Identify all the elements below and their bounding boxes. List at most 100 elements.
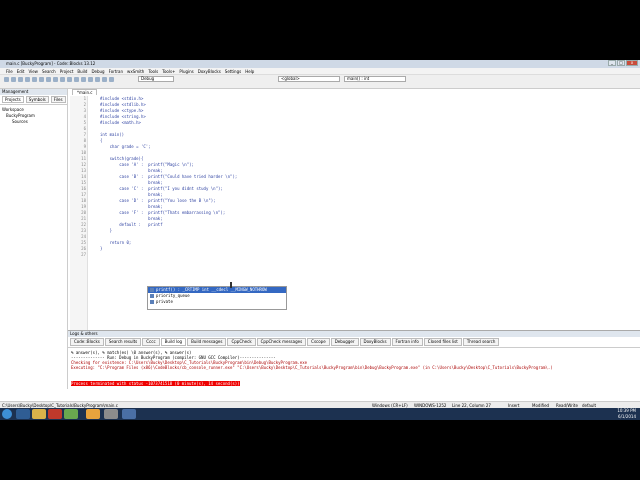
menu-settings[interactable]: Settings <box>225 68 241 74</box>
code-text: #include <math.h> <box>100 120 141 125</box>
menu-tools[interactable]: Tools <box>148 68 158 74</box>
folder-icon[interactable] <box>32 409 46 419</box>
menu-edit[interactable]: Edit <box>17 68 25 74</box>
code-text: case 'C' : printf("I you didnt study \n"… <box>100 186 223 191</box>
menu-search[interactable]: Search <box>42 68 56 74</box>
replace-icon[interactable] <box>74 77 79 82</box>
paste-icon[interactable] <box>60 77 65 82</box>
autocomplete-item-label: priority_queue <box>156 293 190 298</box>
close-button[interactable]: x <box>626 60 638 66</box>
window-controls: _ □ x <box>608 60 638 67</box>
menu-view[interactable]: View <box>28 68 38 74</box>
tab-cppcheck[interactable]: CppCheck <box>227 338 256 346</box>
ie-icon[interactable] <box>16 409 30 419</box>
code-text: switch(grade){ <box>100 156 144 161</box>
tab-files[interactable]: Files <box>50 96 66 103</box>
code-line[interactable]: 27 <box>81 252 620 258</box>
media-icon[interactable] <box>48 409 62 419</box>
open-icon[interactable] <box>11 77 16 82</box>
copy-icon[interactable] <box>53 77 58 82</box>
code-area[interactable]: 1 #include <stdio.h> 2 #include <stdlib.h> 3… <box>81 96 620 258</box>
code-text: case 'A' : printf("Magic \n"); <box>100 162 194 167</box>
taskbar-clock: 10:39 PM 6/1/2014 <box>617 408 636 420</box>
autocomplete-item[interactable]: private <box>148 299 286 305</box>
scope-select[interactable]: <global> <box>278 76 340 82</box>
redo-icon[interactable] <box>39 77 44 82</box>
tab-build-messages[interactable]: Build messages <box>187 338 227 346</box>
tab-fortran-info[interactable]: Fortran info <box>391 338 423 346</box>
symbol-select[interactable]: main() : int <box>344 76 406 82</box>
app-icon[interactable] <box>104 409 118 419</box>
menu-plugins[interactable]: Plugins <box>179 68 193 74</box>
code-text: int main() <box>100 132 125 137</box>
find-icon[interactable] <box>67 77 72 82</box>
tab-symbols[interactable]: Symbols <box>25 96 49 103</box>
menu-debug[interactable]: Debug <box>91 68 104 74</box>
code-text: break; <box>100 180 163 185</box>
code-text: break; <box>100 168 163 173</box>
window-title: main.c [BuckyProgram] - Code::Blocks 13.… <box>6 61 96 66</box>
management-panel: Management Projects Symbols Files Worksp… <box>0 89 68 389</box>
minimize-button[interactable]: _ <box>608 60 616 66</box>
title-bar: main.c [BuckyProgram] - Code::Blocks 13.… <box>0 60 640 68</box>
tab-closed-files[interactable]: Closed files list <box>423 338 462 346</box>
logs-panel: Logs & others Code::Blocks Search result… <box>68 330 640 402</box>
tab-cccc[interactable]: Cccc <box>142 338 160 346</box>
menu-project[interactable]: Project <box>60 68 74 74</box>
code-text: break; <box>100 192 163 197</box>
cut-icon[interactable] <box>46 77 51 82</box>
code-text: break; <box>100 204 163 209</box>
toolbar-icons <box>4 77 114 82</box>
menu-fortran[interactable]: Fortran <box>109 68 123 74</box>
build-log-output: % answer(s), % match(es) \0 answer(s), %… <box>68 348 640 391</box>
menu-build[interactable]: Build <box>77 68 87 74</box>
menu-doxyblocks[interactable]: DoxyBlocks <box>198 68 221 74</box>
tab-debugger[interactable]: Debugger <box>330 338 359 346</box>
project-tree: Workspace BuckyProgram Sources <box>0 105 67 127</box>
undo-icon[interactable] <box>32 77 37 82</box>
code-text: case 'B' : printf("Could have tried hard… <box>100 174 238 179</box>
start-button[interactable] <box>2 409 12 419</box>
keyword-icon <box>150 300 154 304</box>
tab-projects[interactable]: Projects <box>2 96 24 103</box>
chrome-icon[interactable] <box>86 409 100 419</box>
autocomplete-popup: printf() : _CRTIMP int __cdecl __MINGW_N… <box>147 286 287 310</box>
code-text: default : printf <box>100 222 163 227</box>
tab-cppcheck-messages[interactable]: CppCheck messages <box>256 338 307 346</box>
abort-icon[interactable] <box>109 77 114 82</box>
rebuild-icon[interactable] <box>102 77 107 82</box>
code-text: #include <string.h> <box>100 114 146 119</box>
tab-codeblocks-log[interactable]: Code::Blocks <box>70 338 104 346</box>
build-icon[interactable] <box>81 77 86 82</box>
tab-search-results[interactable]: Search results <box>104 338 142 346</box>
menu-tools-plus[interactable]: Tools+ <box>162 68 175 74</box>
autocomplete-item-label: private <box>156 299 173 304</box>
maximize-button[interactable]: □ <box>617 60 625 66</box>
status-bar: C:\Users\Bucky\Desktop\C_Tutorials\Bucky… <box>0 401 640 408</box>
menu-wxsmith[interactable]: wxSmith <box>127 68 144 74</box>
menu-help[interactable]: Help <box>245 68 254 74</box>
build-target-select[interactable]: Debug <box>138 76 174 82</box>
code-text: break; <box>100 216 163 221</box>
tab-build-log[interactable]: Build log <box>160 338 187 346</box>
tab-doxyblocks[interactable]: DoxyBlocks <box>359 338 391 346</box>
tab-thread-search[interactable]: Thread search <box>462 338 500 346</box>
code-text: } <box>100 228 113 233</box>
mouse-cursor <box>230 282 232 288</box>
tree-sources-folder[interactable]: Sources <box>2 119 65 125</box>
run-icon[interactable] <box>88 77 93 82</box>
tab-cscope[interactable]: Cscope <box>307 338 330 346</box>
save-icon[interactable] <box>18 77 23 82</box>
editor-tab-main-c[interactable]: *main.c <box>72 89 98 95</box>
new-file-icon[interactable] <box>4 77 9 82</box>
codeblocks-icon[interactable] <box>122 409 136 419</box>
build-run-icon[interactable] <box>95 77 100 82</box>
code-text: char grade = 'C'; <box>100 144 151 149</box>
save-all-icon[interactable] <box>25 77 30 82</box>
code-text: { <box>100 138 103 143</box>
management-tabs: Projects Symbols Files <box>0 95 67 105</box>
code-text: case 'D' : printf("You lose the B \n"); <box>100 198 216 203</box>
toolbar: Debug <global> main() : int <box>0 75 640 89</box>
menu-file[interactable]: File <box>6 68 13 74</box>
app-icon[interactable] <box>64 409 78 419</box>
